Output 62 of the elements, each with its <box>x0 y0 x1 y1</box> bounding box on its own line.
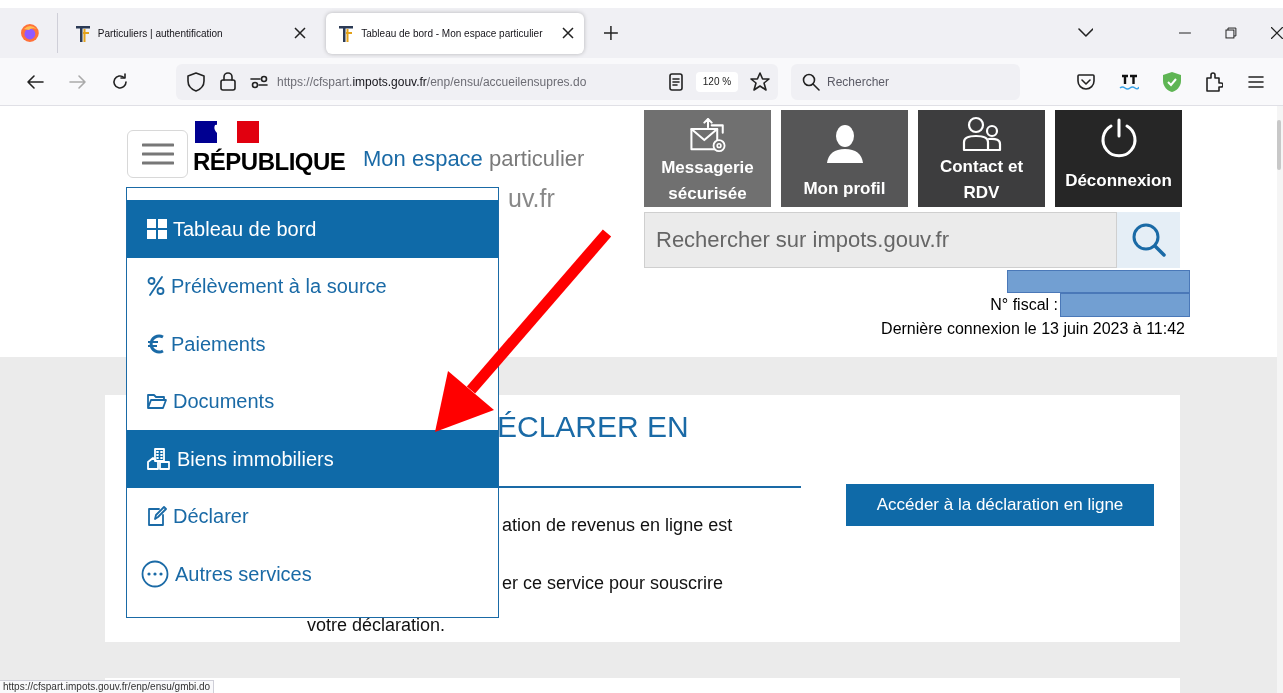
buildings-icon <box>147 447 171 470</box>
address-bar[interactable]: https://cfspart.impots.gouv.fr/enp/ensu/accueilensupres.do 120 % <box>176 63 778 100</box>
nav-tile[interactable]: Contact et RDV <box>918 110 1045 207</box>
minimize-icon[interactable] <box>1179 32 1192 34</box>
site-domain: uv.fr <box>508 184 556 212</box>
close-icon[interactable] <box>1271 27 1283 39</box>
tab-title: Particuliers | authentification <box>97 26 224 41</box>
search-icon <box>1130 222 1167 258</box>
pocket-icon[interactable] <box>1077 73 1095 90</box>
section-heading: ÉCLARER EN <box>497 411 690 443</box>
menu-icon[interactable] <box>1248 74 1264 89</box>
menu-item[interactable]: Biens immobiliers <box>127 430 498 488</box>
nav-tile[interactable]: Messagerie sécurisée <box>644 110 771 207</box>
power-icon <box>1098 118 1139 158</box>
edit-icon <box>147 506 167 527</box>
close-icon[interactable] <box>294 27 307 39</box>
declaration-button[interactable]: Accéder à la déclaration en ligne <box>846 484 1154 526</box>
restore-icon[interactable] <box>1225 27 1238 39</box>
site-title: Mon espace particulier <box>363 145 586 173</box>
last-login-text: Dernière connexion le 13 juin 2023 à 11:42 <box>881 319 1185 339</box>
browser-tab[interactable]: Tableau de bord - Mon espace particulier <box>326 12 584 54</box>
lock-icon[interactable] <box>220 72 236 91</box>
menu-button[interactable] <box>127 130 188 178</box>
tab-title: Tableau de bord - Mon espace particulier <box>361 26 544 41</box>
flag-logo-icon <box>195 121 259 143</box>
menu-item[interactable]: Tableau de bord <box>127 200 498 258</box>
search-button[interactable] <box>1117 212 1180 268</box>
shield-icon[interactable] <box>187 71 205 92</box>
envelope-icon <box>687 118 728 153</box>
fiscal-number-label: N° fiscal : <box>990 296 1058 314</box>
body-text: er ce service pour souscrire <box>502 572 725 594</box>
permissions-icon[interactable] <box>250 74 268 89</box>
zoom-badge[interactable]: 120 % <box>696 71 738 92</box>
close-icon[interactable] <box>561 27 574 39</box>
shield-check-icon[interactable] <box>1162 70 1182 93</box>
percent-icon <box>147 276 165 297</box>
scrollbar-thumb[interactable] <box>1277 120 1281 170</box>
body-text: ation de revenus en ligne est <box>502 514 734 536</box>
nav-tile[interactable]: Déconnexion <box>1055 110 1182 207</box>
people-icon <box>961 116 1002 152</box>
search-field[interactable]: Rechercher sur impots.gouv.fr <box>644 212 1117 268</box>
logo-text: RÉPUBLIQUE <box>193 147 346 177</box>
status-url: https://cfspart.impots.gouv.fr/enp/ensu/gmbi.do <box>0 680 215 693</box>
body-text: votre déclaration. <box>307 614 447 636</box>
menu-icon <box>141 143 174 165</box>
extensions-icon[interactable] <box>1205 71 1223 92</box>
dashboard-icon <box>147 218 167 239</box>
search-field[interactable]: Rechercher <box>791 63 1020 100</box>
back-icon[interactable] <box>26 73 44 90</box>
folder-icon <box>147 393 167 410</box>
browser-tab[interactable]: Particuliers | authentification <box>60 12 319 54</box>
more-icon <box>141 559 169 588</box>
reader-view-icon[interactable] <box>669 72 683 91</box>
euro-icon <box>147 333 165 354</box>
reload-icon[interactable] <box>111 72 129 91</box>
address-text[interactable]: https://cfspart.impots.gouv.fr/enp/ensu/accueilensupres.do <box>277 72 587 91</box>
person-icon <box>824 124 865 164</box>
search-icon <box>802 72 820 91</box>
bookmark-star-icon[interactable] <box>750 71 770 92</box>
nav-tile[interactable]: Mon profil <box>781 110 908 207</box>
new-tab-icon[interactable] <box>603 26 618 40</box>
chevron-down-icon[interactable] <box>1077 28 1094 38</box>
